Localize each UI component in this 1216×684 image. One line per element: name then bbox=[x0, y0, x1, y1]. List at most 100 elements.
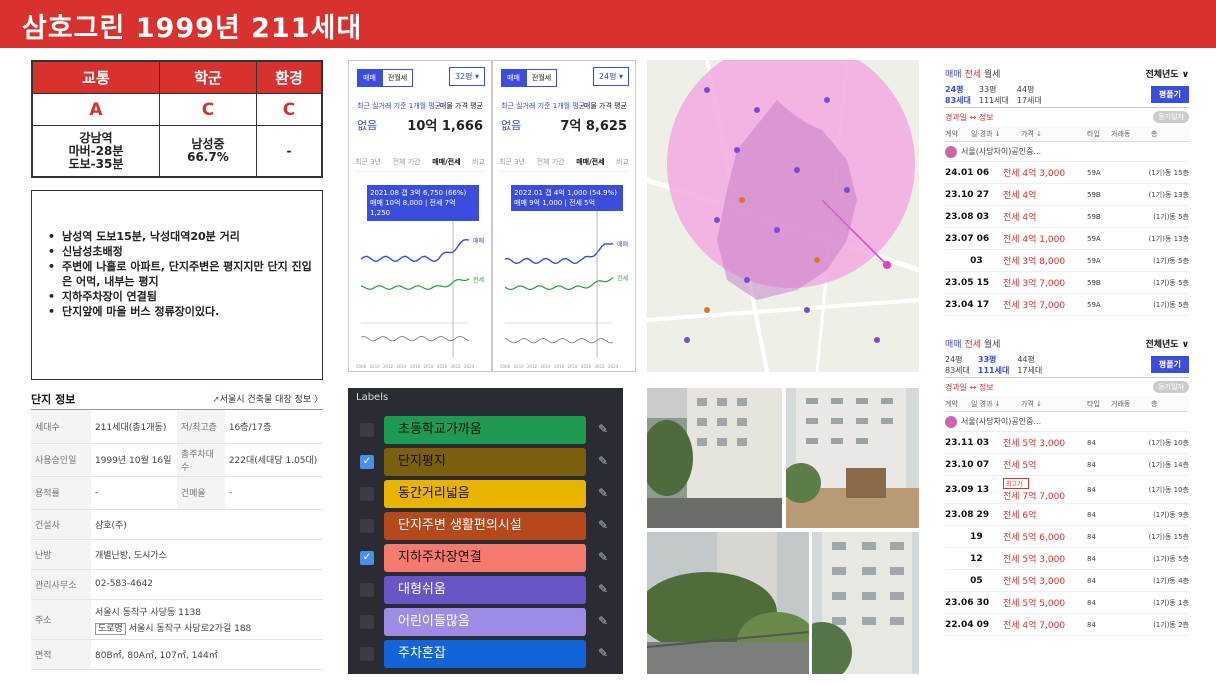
agent-name[interactable]: 서울(사당차이)공인중... bbox=[961, 146, 1041, 157]
label-checkbox-checked[interactable]: ✓ bbox=[360, 551, 374, 565]
tab-trade[interactable]: 매매 bbox=[501, 69, 526, 87]
filter-tag[interactable]: 등기일자 bbox=[1153, 381, 1189, 393]
table-row[interactable]: 23.09 13 최고가 전세 7억 7,000 84 (1기)동 10층 bbox=[945, 476, 1189, 504]
period-tab[interactable]: 매매/전세 bbox=[432, 157, 460, 167]
table-row[interactable]: 23.11 03 전세 5억 3,000 84 (1기)동 10층 bbox=[945, 432, 1189, 454]
table-row[interactable]: 12 전세 5억 3,000 84 (1기)동 5층 bbox=[945, 548, 1189, 570]
apartment-marker[interactable] bbox=[883, 261, 891, 269]
label-row: ✓ 지하주차장연결 ✎ bbox=[356, 544, 618, 572]
size-option[interactable]: 33평 111세대 bbox=[978, 354, 1009, 376]
label-chip[interactable]: 동간거리넓음 bbox=[384, 480, 586, 508]
label-chip[interactable]: 대형쉬움 bbox=[384, 576, 586, 604]
sort-toggle[interactable]: 경과일 ↔ 정보 bbox=[945, 382, 994, 393]
table-row[interactable]: 22.04 09 전세 4억 7,000 84 (1기)동 2층 bbox=[945, 614, 1189, 636]
info-value: 1999년 10월 16일 bbox=[91, 443, 177, 477]
info-key: 용적률 bbox=[31, 476, 91, 510]
size-select[interactable]: 32평 ▾ bbox=[448, 67, 485, 86]
period-tab[interactable]: 비교 bbox=[616, 157, 629, 167]
size-option[interactable]: 44평 17세대 bbox=[1017, 354, 1042, 376]
tab-rent[interactable]: 전세 bbox=[964, 70, 981, 80]
label-chip[interactable]: 단지주변 생활편의시설 bbox=[384, 512, 586, 540]
pencil-icon[interactable]: ✎ bbox=[598, 518, 608, 532]
period-tab[interactable]: 최근 3년 bbox=[355, 157, 381, 167]
tab-trade[interactable]: 매매 bbox=[945, 340, 962, 350]
size-select[interactable]: 24평 ▾ bbox=[592, 67, 629, 86]
pencil-icon[interactable]: ✎ bbox=[598, 422, 608, 436]
table-row[interactable]: 19 전세 5억 6,000 84 (1기)동 15층 bbox=[945, 526, 1189, 548]
table-row[interactable]: 24.01 06 전세 4억 3,000 59A (1기)동 15층 bbox=[945, 162, 1189, 184]
col-header: 층 bbox=[1151, 399, 1158, 408]
size-label: 44평 bbox=[1016, 84, 1035, 94]
table-row[interactable]: 23.05 15 전세 3억 7,000 59B (1기)동 5층 bbox=[945, 272, 1189, 294]
period-tab[interactable]: 매매/전세 bbox=[576, 157, 604, 167]
agent-name[interactable]: 서울(사당차이)공인중... bbox=[961, 416, 1041, 427]
label-chip[interactable]: 주차혼잡 bbox=[384, 640, 586, 668]
label-chip[interactable]: 어린이들많음 bbox=[384, 608, 586, 636]
x-tick-label: 2012 bbox=[383, 364, 394, 369]
row-type: 84 bbox=[1087, 598, 1096, 607]
period-tab[interactable]: 비교 bbox=[472, 157, 485, 167]
unfold-button[interactable]: 평플기 bbox=[1150, 356, 1189, 373]
pencil-icon[interactable]: ✎ bbox=[598, 614, 608, 628]
pencil-icon[interactable]: ✎ bbox=[598, 550, 608, 564]
row-type: 84 bbox=[1087, 576, 1096, 585]
table-row[interactable]: 03 전세 3억 8,000 59A (1기)동 5층 bbox=[945, 250, 1189, 272]
photo-playground bbox=[786, 388, 919, 528]
tab-monthly[interactable]: 월세 bbox=[984, 70, 1001, 80]
label-checkbox[interactable] bbox=[360, 519, 374, 533]
tab-rent[interactable]: 전세 bbox=[964, 340, 981, 350]
size-option[interactable]: 24평 83세대 bbox=[945, 354, 970, 376]
label-checkbox[interactable] bbox=[360, 583, 374, 597]
pencil-icon[interactable]: ✎ bbox=[598, 646, 608, 660]
row-type: 59B bbox=[1087, 278, 1101, 287]
tab-rent[interactable]: 전월세 bbox=[381, 69, 414, 87]
pencil-icon[interactable]: ✎ bbox=[598, 454, 608, 468]
table-row[interactable]: 23.10 07 전세 5억 84 (1기)동 14층 bbox=[945, 454, 1189, 476]
row-date: 23.08 03 bbox=[945, 211, 990, 222]
table-row[interactable]: 05 전세 5억 3,000 84 (1기)동 4층 bbox=[945, 570, 1189, 592]
size-option[interactable]: 24평 83세대 bbox=[945, 84, 971, 106]
label-chip[interactable]: 초등학교가까움 bbox=[384, 416, 586, 444]
score-detail-school: 남성중 66.7% bbox=[158, 125, 257, 177]
table-row[interactable]: 23.08 03 전세 4억 59B (1기)동 5층 bbox=[945, 206, 1189, 228]
period-tab[interactable]: 최근 3년 bbox=[499, 157, 525, 167]
period-tab[interactable]: 전체 기간 bbox=[393, 157, 421, 167]
avg-price-label: 매물 가격 평균 bbox=[583, 102, 627, 110]
label-checkbox[interactable] bbox=[360, 647, 374, 661]
school-district-map[interactable] bbox=[647, 60, 919, 372]
table-row[interactable]: 23.04 17 전세 3억 7,000 59A (1기)동 5층 bbox=[945, 294, 1189, 316]
building-register-link[interactable]: ➚서울시 건축물 대장 정보 〉 bbox=[212, 392, 323, 405]
note-item: 지하주차장이 연결됨 bbox=[44, 289, 312, 304]
tab-monthly[interactable]: 월세 bbox=[984, 340, 1001, 350]
label-chip[interactable]: 단지평지 bbox=[384, 448, 586, 476]
row-floor: (1기)동 15층 bbox=[1148, 532, 1189, 541]
table-row[interactable]: 23.06 30 전세 5억 5,000 84 (1기)동 1층 bbox=[945, 592, 1189, 614]
filter-tag[interactable]: 등기일자 bbox=[1153, 111, 1189, 123]
row-date: 23.11 03 bbox=[945, 437, 990, 448]
row-type: 84 bbox=[1087, 485, 1096, 494]
score-table: 교통 학군 환경 A C C 강남역 마버-28분 도보-35분 남성중 66.… bbox=[31, 60, 323, 178]
label-checkbox[interactable] bbox=[360, 615, 374, 629]
label-checkbox[interactable] bbox=[360, 423, 374, 437]
sort-toggle[interactable]: 경과일 ↔ 정보 bbox=[945, 112, 994, 123]
label-checkbox[interactable] bbox=[360, 487, 374, 501]
pencil-icon[interactable]: ✎ bbox=[598, 582, 608, 596]
table-row[interactable]: 23.07 06 전세 4억 1,000 59A (1기)동 13층 bbox=[945, 228, 1189, 250]
period-dropdown[interactable]: 전체년도 ∨ bbox=[1145, 337, 1189, 350]
info-value: 16층/17층 bbox=[224, 410, 323, 444]
tab-trade[interactable]: 매매 bbox=[945, 70, 962, 80]
info-key: 총주차대수 bbox=[176, 443, 225, 477]
label-checkbox-checked[interactable]: ✓ bbox=[360, 455, 374, 469]
pencil-icon[interactable]: ✎ bbox=[598, 486, 608, 500]
label-chip[interactable]: 지하주차장연결 bbox=[384, 544, 586, 572]
table-row[interactable]: 23.08 29 전세 6억 84 (1기)동 9층 bbox=[945, 504, 1189, 526]
unfold-button[interactable]: 평플기 bbox=[1150, 86, 1189, 103]
period-dropdown[interactable]: 전체년도 ∨ bbox=[1145, 67, 1189, 80]
tab-trade[interactable]: 매매 bbox=[357, 69, 382, 87]
size-option[interactable]: 33평 111세대 bbox=[979, 84, 1009, 106]
period-tab[interactable]: 전체 기간 bbox=[537, 157, 565, 167]
avg-price-value: 10억 1,666 bbox=[407, 119, 483, 134]
size-option[interactable]: 44평 17세대 bbox=[1017, 84, 1042, 106]
table-row[interactable]: 23.10 27 전세 4억 59B (1기)동 13층 bbox=[945, 184, 1189, 206]
tab-rent[interactable]: 전월세 bbox=[525, 69, 558, 87]
